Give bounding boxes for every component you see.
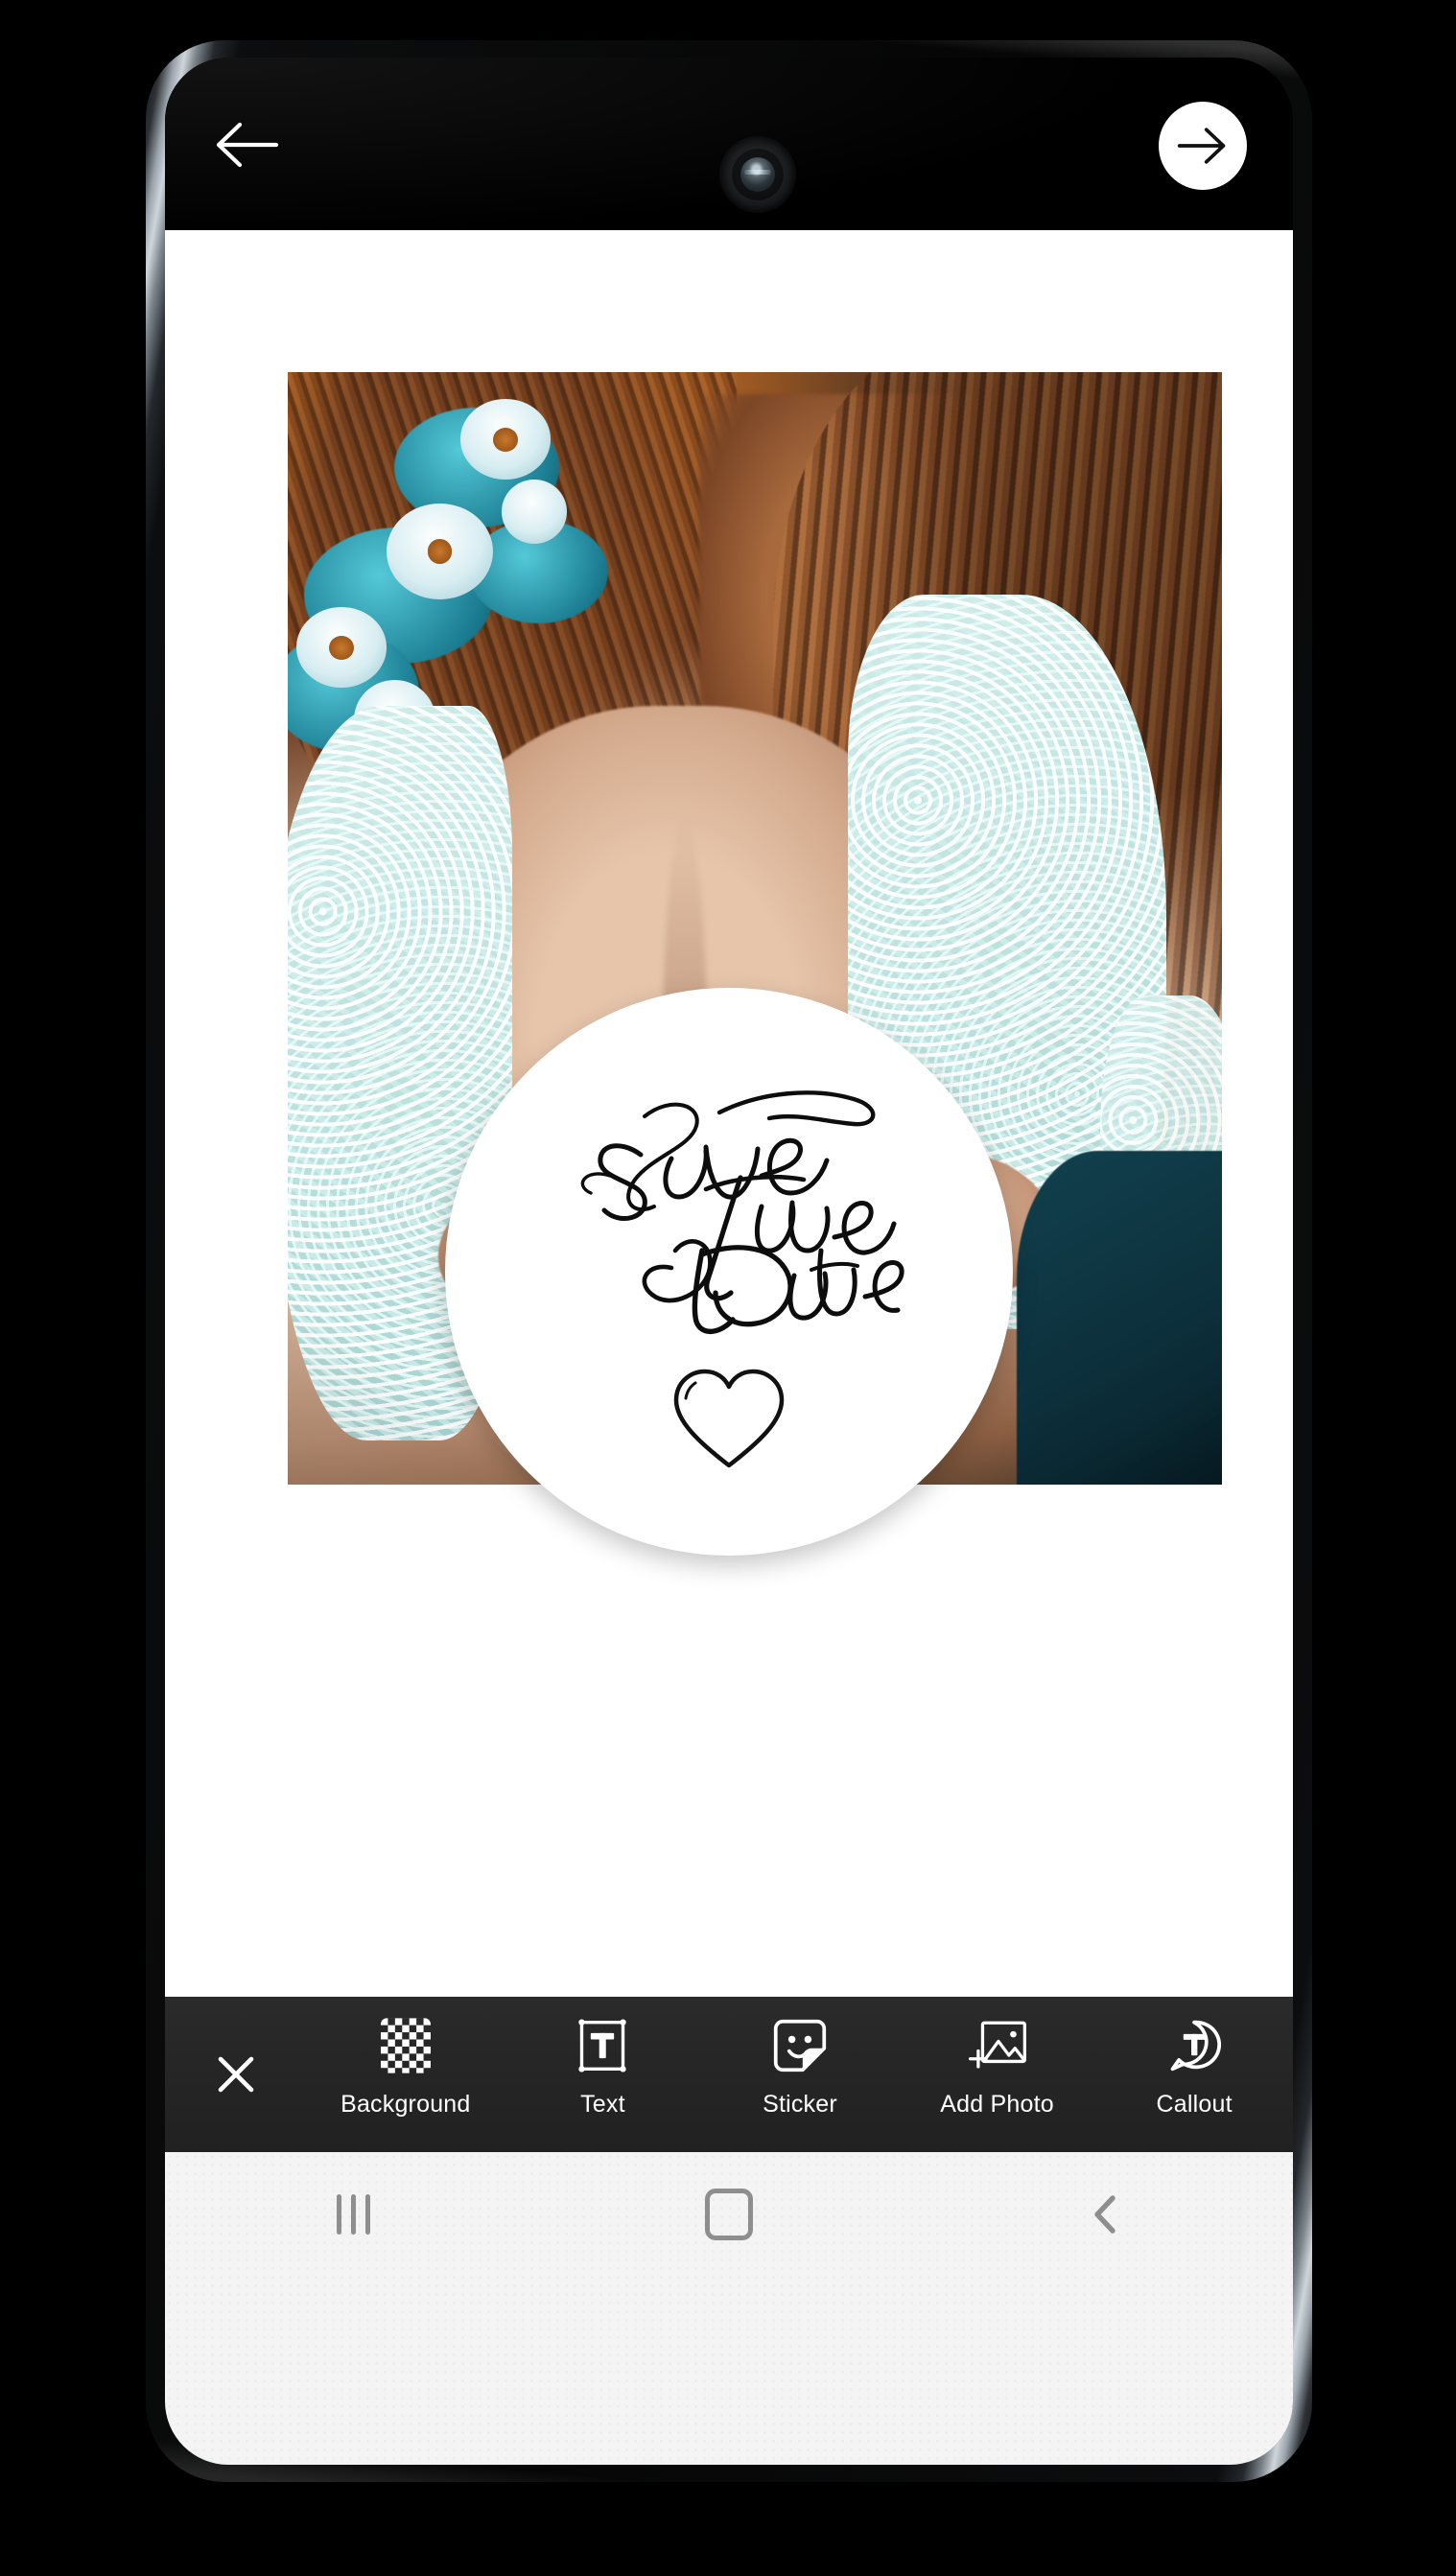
save-the-date-sticker[interactable] bbox=[445, 988, 1013, 1556]
recents-bars-icon bbox=[336, 2194, 370, 2235]
nav-home-button[interactable] bbox=[541, 2152, 917, 2277]
edit-canvas[interactable] bbox=[165, 230, 1293, 1997]
tool-label: Background bbox=[341, 2091, 471, 2118]
nav-recents-button[interactable] bbox=[165, 2152, 541, 2277]
camera-lens bbox=[740, 157, 775, 192]
arrow-right-icon bbox=[1177, 128, 1226, 164]
close-icon bbox=[218, 2056, 254, 2093]
front-camera-icon bbox=[719, 136, 796, 213]
save-the-date-script-text bbox=[580, 1090, 904, 1334]
tool-label: Text bbox=[580, 2091, 625, 2118]
back-arrow-icon[interactable] bbox=[211, 117, 280, 173]
tool-callout[interactable]: Callout bbox=[1095, 1997, 1293, 2169]
tool-sticker[interactable]: Sticker bbox=[701, 1997, 899, 2169]
tool-background[interactable]: Background bbox=[307, 1997, 505, 2169]
screenshot-root: Background Text Sticker Add Photo Callou… bbox=[0, 0, 1456, 2576]
chevron-left-icon bbox=[1094, 2195, 1115, 2234]
tool-label: Sticker bbox=[763, 2091, 837, 2118]
tool-label: Callout bbox=[1156, 2091, 1233, 2118]
android-nav-bar bbox=[165, 2152, 1293, 2465]
tool-label: Add Photo bbox=[940, 2091, 1054, 2118]
add-image-icon bbox=[967, 2014, 1028, 2077]
text-box-icon bbox=[575, 2014, 630, 2077]
sticker-smiley-icon bbox=[772, 2014, 828, 2077]
app-top-bar bbox=[165, 58, 1293, 230]
tool-text[interactable]: Text bbox=[505, 1997, 702, 2169]
next-button[interactable] bbox=[1159, 102, 1247, 190]
heart-outline-icon bbox=[673, 1369, 785, 1468]
editor-toolbar: Background Text Sticker Add Photo Callou… bbox=[165, 1997, 1293, 2152]
close-button[interactable] bbox=[165, 1997, 307, 2152]
checkerboard-icon bbox=[380, 2014, 431, 2077]
speech-bubble-text-icon bbox=[1166, 2014, 1222, 2077]
home-square-icon bbox=[705, 2189, 753, 2240]
nav-back-button[interactable] bbox=[917, 2152, 1293, 2277]
phone-screen: Background Text Sticker Add Photo Callou… bbox=[165, 58, 1293, 2465]
tool-add-photo[interactable]: Add Photo bbox=[899, 1997, 1096, 2169]
